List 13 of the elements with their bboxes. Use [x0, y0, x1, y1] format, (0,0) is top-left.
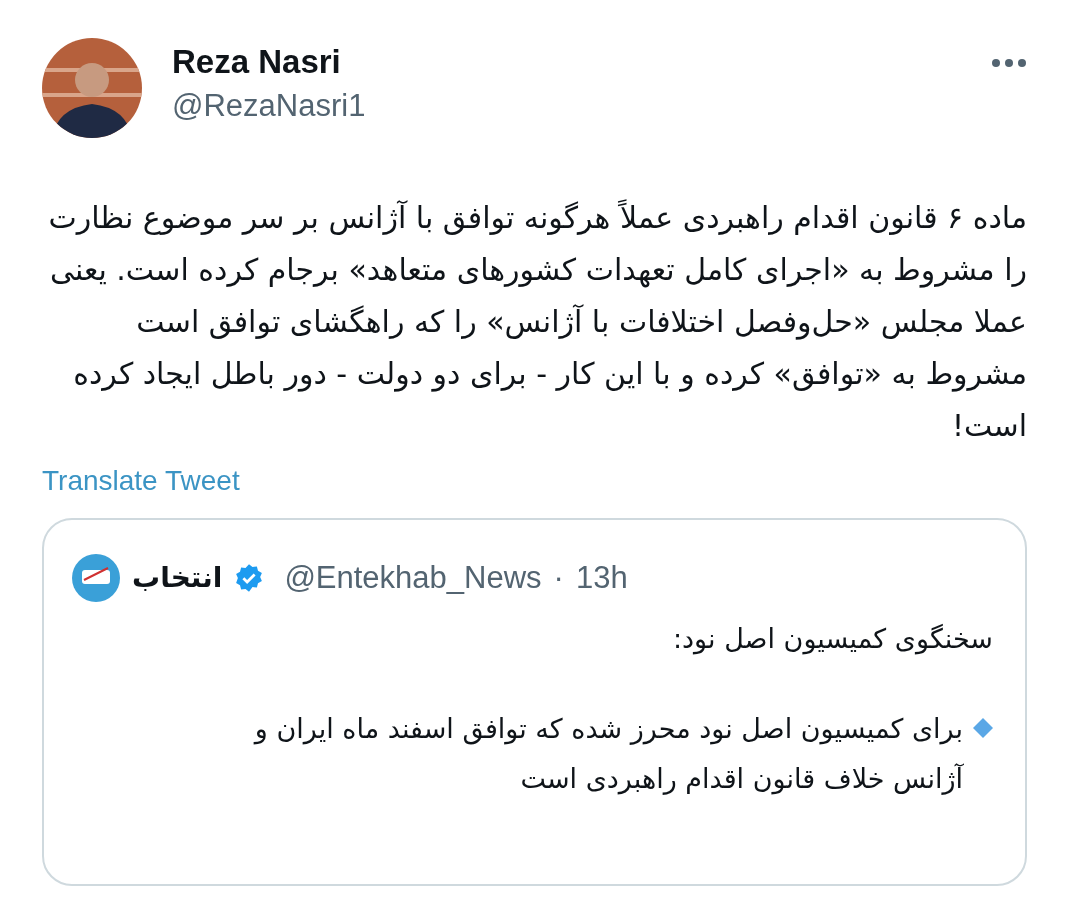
tweet-text: ماده ۶ قانون اقدام راهبردی عملاً هرگونه توافق با آژانس بر سر موضوع نظارت را مشروط به «اجرای کامل تعهدات کشورهای متعاهد» برجام کرده است. یعنی عملا مجلس «حل‌وفصل اختلافات با آژانس» را که راهگشای توافق است مشروط به «توافق» کرده و با این کار - برای دو دولت - دور باطل ایجاد کرده است!	[47, 198, 1027, 445]
translate-link[interactable]: Translate Tweet	[42, 460, 240, 502]
quoted-text: سخنگوی کمیسیون اصل نود:	[671, 622, 993, 657]
logo-icon	[72, 554, 120, 602]
author-name[interactable]: Reza Nasri	[172, 40, 366, 84]
diamond-bullet-icon	[973, 718, 993, 738]
quoted-author-handle[interactable]: @Entekhab_News	[284, 554, 542, 602]
separator: ·	[553, 558, 564, 597]
more-icon[interactable]	[991, 58, 1027, 68]
quoted-time[interactable]: 13h	[575, 554, 628, 602]
quoted-author-name[interactable]: انتخاب	[132, 557, 223, 599]
quoted-text: برای کمیسیون اصل نود محرز شده که توافق اسفند ماه ایران و آژانس خلاف قانون اقدام راهبردی است	[252, 712, 963, 797]
author-handle[interactable]: @RezaNasri1	[172, 84, 366, 128]
